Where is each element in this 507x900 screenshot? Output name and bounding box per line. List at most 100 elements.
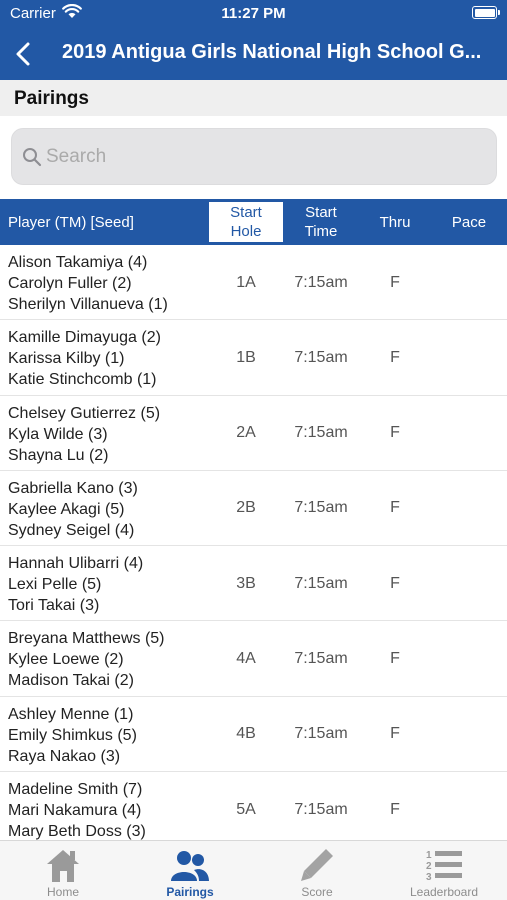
- chevron-left-icon: [16, 42, 30, 66]
- numbered-list-icon: 1 2 3: [426, 850, 462, 883]
- tab-score-label: Score: [301, 885, 333, 899]
- start-hole-cell: 4A: [236, 649, 256, 667]
- player-name: Carolyn Fuller (2): [8, 275, 132, 292]
- svg-text:1: 1: [426, 850, 432, 861]
- tab-home-label: Home: [46, 885, 79, 899]
- search-input[interactable]: [46, 139, 486, 175]
- header-bar: Carrier 11:27 PM 2019 Antigua Girls Nati…: [0, 0, 507, 80]
- players-cell: Hannah Ulibarri (4) Lexi Pelle (5) Tori Ta…: [8, 553, 143, 616]
- players-cell: Ashley Menne (1) Emily Shimkus (5) Raya Na…: [8, 704, 137, 767]
- start-hole-cell: 2A: [236, 424, 256, 442]
- pairing-row[interactable]: Kamille Dimayuga (2) Karissa Kilby (1) Kat…: [0, 320, 507, 396]
- start-time-header-line1: Start: [305, 204, 337, 221]
- home-icon: [47, 850, 79, 882]
- people-icon: [171, 851, 209, 881]
- tab-bar: Home Pairings Score 1 2 3 Leaderboard: [0, 840, 507, 900]
- player-name: Alison Takamiya (4): [8, 254, 148, 271]
- table-header: Player (TM) [Seed] Start Hole Start Time…: [0, 199, 507, 245]
- player-name: Ashley Menne (1): [8, 705, 134, 723]
- svg-text:2: 2: [426, 861, 432, 872]
- player-name: Madeline Smith (7): [8, 781, 143, 799]
- battery-icon: [472, 6, 500, 19]
- player-name: Lexi Pelle (5): [8, 576, 102, 594]
- players-cell: Madeline Smith (7) Mari Nakamura (4) Mary …: [8, 779, 146, 840]
- search-icon: [22, 147, 42, 172]
- tab-pairings[interactable]: Pairings: [127, 841, 253, 900]
- thru-cell: F: [390, 574, 400, 592]
- player-name: Sydney Seigel (4): [8, 521, 135, 539]
- player-name: Mari Nakamura (4): [8, 802, 142, 820]
- thru-cell: F: [390, 499, 400, 517]
- column-header-pace[interactable]: Pace: [434, 199, 504, 245]
- players-cell: Chelsey Gutierrez (5) Kyla Wilde (3) Shayn…: [8, 403, 160, 466]
- section-header: Pairings: [0, 80, 507, 116]
- start-time-cell: 7:15am: [294, 424, 348, 442]
- start-hole-cell: 3B: [236, 574, 256, 592]
- tab-leaderboard-label: Leaderboard: [409, 885, 479, 899]
- start-time-header-line2: Time: [304, 223, 338, 240]
- player-name: Shayna Lu (2): [8, 446, 109, 464]
- thru-cell: F: [390, 800, 400, 818]
- player-name: Breyana Matthews (5): [8, 630, 165, 648]
- status-bar: Carrier 11:27 PM: [0, 0, 507, 28]
- start-time-cell: 7:15am: [294, 273, 348, 291]
- pairing-row[interactable]: Madeline Smith (7) Mari Nakamura (4) Mary …: [0, 772, 507, 840]
- start-time-cell: 7:15am: [294, 499, 348, 517]
- players-cell: Breyana Matthews (5) Kylee Loewe (2) Madis…: [8, 628, 165, 691]
- start-time-cell: 7:15am: [294, 800, 348, 818]
- column-header-start-time[interactable]: Start Time: [286, 199, 356, 245]
- thru-cell: F: [390, 273, 400, 291]
- players-cell: Kamille Dimayuga (2) Karissa Kilby (1) Kat…: [8, 327, 161, 390]
- tab-leaderboard[interactable]: 1 2 3 Leaderboard: [381, 841, 507, 900]
- start-time-cell: 7:15am: [294, 649, 348, 667]
- start-hole-cell: 1B: [236, 348, 256, 366]
- column-header-start-hole[interactable]: Start Hole: [208, 201, 284, 243]
- pairing-row[interactable]: Alison Takamiya (4) Carolyn Fuller (2) She…: [0, 245, 507, 321]
- player-name: Kamille Dimayuga (2): [8, 329, 161, 347]
- thru-cell: F: [390, 424, 400, 442]
- column-header-player[interactable]: Player (TM) [Seed]: [8, 199, 134, 245]
- player-name: Emily Shimkus (5): [8, 726, 137, 744]
- pairing-row[interactable]: Gabriella Kano (3) Kaylee Akagi (5) Sydney…: [0, 471, 507, 547]
- navigation-bar: 2019 Antigua Girls National High School …: [0, 28, 507, 80]
- start-hole-header-line2: Hole: [230, 223, 262, 240]
- players-cell: Gabriella Kano (3) Kaylee Akagi (5) Sydney…: [8, 478, 138, 541]
- pairing-row[interactable]: Hannah Ulibarri (4) Lexi Pelle (5) Tori Ta…: [0, 546, 507, 622]
- back-button[interactable]: [6, 36, 42, 72]
- svg-text:3: 3: [426, 872, 432, 883]
- player-name: Kaylee Akagi (5): [8, 500, 125, 518]
- column-header-thru[interactable]: Thru: [360, 199, 430, 245]
- start-hole-header-line1: Start: [230, 204, 262, 221]
- player-name: Kylee Loewe (2): [8, 651, 124, 669]
- status-time: 11:27 PM: [221, 5, 286, 22]
- player-name: Hannah Ulibarri (4): [8, 555, 144, 573]
- player-name: Kyla Wilde (3): [8, 425, 108, 443]
- start-time-cell: 7:15am: [294, 574, 348, 592]
- search-bar[interactable]: [11, 128, 497, 185]
- pairing-row[interactable]: Ashley Menne (1) Emily Shimkus (5) Raya Na…: [0, 697, 507, 773]
- pairing-row[interactable]: Breyana Matthews (5) Kylee Loewe (2) Madis…: [0, 621, 507, 697]
- player-name: Sherilyn Villanueva (1): [8, 296, 168, 313]
- thru-cell: F: [390, 725, 400, 743]
- start-time-cell: 7:15am: [294, 725, 348, 743]
- tab-home[interactable]: Home: [0, 841, 126, 900]
- player-name: Mary Beth Doss (3): [8, 823, 146, 840]
- pencil-icon: [301, 849, 333, 881]
- player-name: Katie Stinchcomb (1): [8, 371, 157, 389]
- start-hole-cell: 2B: [236, 499, 256, 517]
- pairing-row[interactable]: Chelsey Gutierrez (5) Kyla Wilde (3) Shayn…: [0, 396, 507, 471]
- player-name: Raya Nakao (3): [8, 747, 121, 765]
- start-hole-cell: 1A: [236, 273, 256, 291]
- section-title: Pairings: [14, 88, 89, 109]
- start-hole-cell: 5A: [236, 800, 256, 818]
- tab-score[interactable]: Score: [254, 841, 380, 900]
- player-name: Madison Takai (2): [8, 672, 134, 690]
- thru-cell: F: [390, 649, 400, 667]
- player-name: Chelsey Gutierrez (5): [8, 404, 161, 422]
- player-name: Gabriella Kano (3): [8, 479, 138, 497]
- start-hole-cell: 4B: [236, 725, 256, 743]
- thru-cell: F: [390, 348, 400, 366]
- page-title: 2019 Antigua Girls National High School …: [62, 41, 482, 63]
- pairings-list[interactable]: Alison Takamiya (4) Carolyn Fuller (2) She…: [0, 245, 507, 840]
- start-time-cell: 7:15am: [294, 348, 348, 366]
